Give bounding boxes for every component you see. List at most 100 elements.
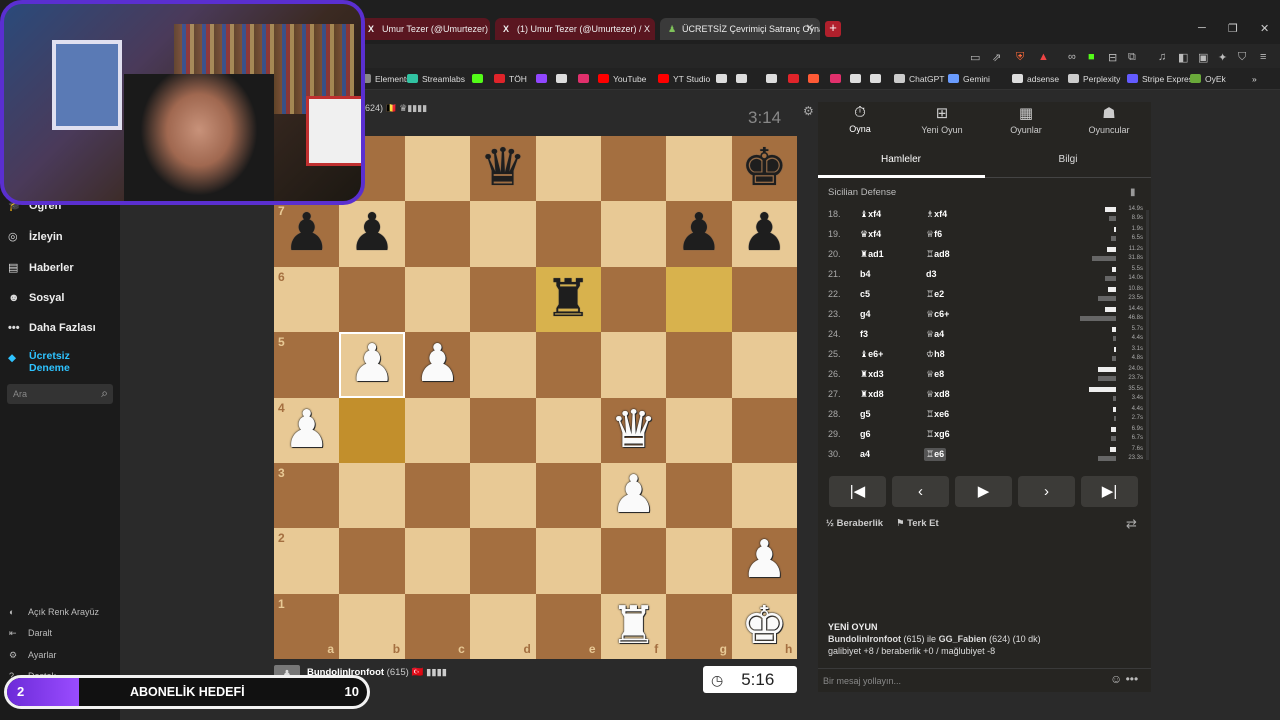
tab-games[interactable]: ▦ Oyunlar <box>986 104 1066 135</box>
board-square[interactable] <box>470 397 536 463</box>
search-input[interactable]: Ara ⌕ <box>7 384 113 404</box>
white-pawn-piece[interactable]: ♟ <box>732 528 797 593</box>
board-square[interactable] <box>600 266 667 333</box>
bookmark-item[interactable] <box>766 74 781 84</box>
black-move[interactable]: ♕f6 <box>926 229 942 240</box>
sidebar-item-news[interactable]: ▤ Haberler <box>8 261 74 274</box>
sidebar-item-social[interactable]: ☻ Sosyal <box>8 292 64 304</box>
bookmark-item[interactable] <box>808 74 823 84</box>
board-square[interactable] <box>600 332 667 398</box>
black-queen-piece[interactable]: ♛ <box>470 136 535 201</box>
board-square[interactable] <box>666 136 732 202</box>
ai-icon[interactable]: ✦ <box>1218 51 1227 64</box>
black-move[interactable]: ♖e6 <box>924 448 947 461</box>
close-tab-icon[interactable]: ✕ <box>806 23 814 34</box>
bookmark-item[interactable]: TÖH <box>494 74 527 84</box>
black-pawn-piece[interactable]: ♟ <box>666 201 731 266</box>
bookmark-item[interactable] <box>788 74 803 84</box>
white-move[interactable]: ♜xd3 <box>860 369 884 380</box>
sidebar-toggle-icon[interactable]: ◧ <box>1178 51 1188 64</box>
bookmark-item[interactable] <box>578 74 593 84</box>
board-square[interactable] <box>535 332 601 398</box>
extension-icon[interactable]: ⧉ <box>1128 51 1136 64</box>
next-move-button[interactable]: › <box>1018 476 1075 507</box>
white-move[interactable]: g6 <box>860 429 871 439</box>
black-move[interactable]: d3 <box>926 269 937 279</box>
board-square[interactable] <box>404 201 471 267</box>
board-square[interactable] <box>731 397 798 463</box>
white-move[interactable]: b4 <box>860 269 871 279</box>
bookmark-item[interactable]: adsense <box>1012 74 1059 84</box>
board-square[interactable] <box>535 136 601 202</box>
board-square[interactable] <box>666 397 732 463</box>
board-square[interactable] <box>404 136 471 202</box>
board-square[interactable] <box>470 462 536 529</box>
bookmark-item[interactable]: Stripe Express <box>1127 74 1197 84</box>
white-move[interactable]: ♜ad1 <box>860 249 884 260</box>
wallet-icon[interactable]: ▣ <box>1198 51 1208 64</box>
board-square[interactable] <box>666 332 732 398</box>
white-pawn-piece[interactable]: ♟ <box>601 463 666 528</box>
board-square[interactable] <box>600 528 667 594</box>
white-move[interactable]: ♝e6+ <box>860 349 883 360</box>
share-icon[interactable]: ⇗ <box>992 51 1001 64</box>
white-queen-piece[interactable]: ♛ <box>601 398 666 463</box>
black-move[interactable]: ♕a4 <box>926 329 944 340</box>
black-move[interactable]: ♕c6+ <box>926 309 949 320</box>
sidebar-item-free-trial[interactable]: ◆ Ücretsiz Deneme <box>8 350 70 374</box>
white-move[interactable]: ♛xf4 <box>860 229 881 240</box>
play-button[interactable]: ▶ <box>955 476 1012 507</box>
settings-button[interactable]: ⚙ Ayarlar <box>9 650 56 661</box>
bookmark-item[interactable]: Gemini <box>948 74 990 84</box>
board-square[interactable] <box>666 266 732 333</box>
flip-board-icon[interactable]: ⇄ <box>1126 516 1137 532</box>
bookmark-item[interactable]: YT Studio <box>658 74 710 84</box>
vpn-icon[interactable]: ⛉ <box>1238 51 1246 64</box>
board-square[interactable] <box>600 201 667 267</box>
move-list-scrollbar[interactable] <box>1146 210 1149 460</box>
previous-move-button[interactable]: ‹ <box>892 476 949 507</box>
board-square[interactable] <box>404 528 471 594</box>
bookmark-item[interactable] <box>830 74 845 84</box>
board-square[interactable] <box>666 528 732 594</box>
black-move[interactable]: ♖xe6 <box>926 409 949 420</box>
rewards-icon[interactable]: ▲ <box>1038 51 1049 63</box>
board-square[interactable] <box>470 332 536 398</box>
light-theme-toggle[interactable]: ◐ Açık Renk Arayüz <box>9 607 99 617</box>
sidebar-item-more[interactable]: ••• Daha Fazlası <box>8 322 96 334</box>
tab-play[interactable]: ⏱ Oyna <box>820 104 900 134</box>
board-square[interactable] <box>731 332 798 398</box>
board-square[interactable] <box>731 266 798 333</box>
white-move[interactable]: ♝xf4 <box>860 209 881 220</box>
white-pawn-piece[interactable]: ♟ <box>405 332 470 397</box>
board-square[interactable] <box>731 462 798 529</box>
offer-draw-button[interactable]: ½ Beraberlik <box>826 518 883 529</box>
bookmark-item[interactable]: OyEk <box>1190 74 1226 84</box>
board-square[interactable] <box>470 266 536 333</box>
board-square[interactable] <box>404 266 471 333</box>
subtab-moves[interactable]: Hamleler <box>818 154 984 165</box>
subtab-info[interactable]: Bilgi <box>985 154 1151 165</box>
book-icon[interactable]: ▮ <box>1130 187 1136 198</box>
black-move[interactable]: ♖e2 <box>926 289 944 300</box>
minimize-icon[interactable]: ─ <box>1198 22 1206 34</box>
black-move[interactable]: ♔h8 <box>926 349 945 360</box>
extension-icon[interactable]: ■ <box>1088 51 1095 63</box>
browser-tab-active[interactable]: ♟ ÜCRETSİZ Çevrimiçi Satranç Oyna ✕ <box>660 18 820 40</box>
board-square[interactable] <box>339 397 405 463</box>
black-move[interactable]: ♗xf4 <box>926 209 947 220</box>
search-icon[interactable]: ⌕ <box>101 386 108 401</box>
black-rook-piece[interactable]: ♜ <box>536 267 601 332</box>
board-square[interactable] <box>535 201 601 267</box>
brave-shield-icon[interactable]: ⛨ <box>1016 51 1024 64</box>
board-square[interactable] <box>535 397 601 463</box>
white-move[interactable]: f3 <box>860 329 868 339</box>
white-move[interactable]: a4 <box>860 449 870 459</box>
black-pawn-piece[interactable]: ♟ <box>732 201 797 266</box>
bookmark-item[interactable] <box>870 74 885 84</box>
black-move[interactable]: ♕e8 <box>926 369 944 380</box>
new-tab-button[interactable]: + <box>825 21 841 37</box>
bookmark-item[interactable] <box>556 74 571 84</box>
more-bookmarks-icon[interactable]: » <box>1252 74 1257 84</box>
bookmark-item[interactable]: Elements <box>360 74 410 84</box>
